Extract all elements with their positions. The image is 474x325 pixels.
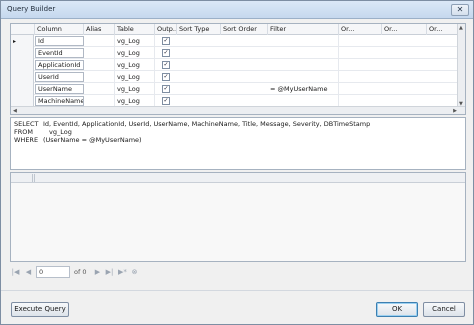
header-sort-type[interactable]: Sort Type <box>177 24 221 35</box>
check-icon: ✓ <box>163 97 169 104</box>
grid-horizontal-scrollbar[interactable]: ◀ ▶ <box>11 106 465 114</box>
filter-cell[interactable]: = @MyUserName <box>268 83 339 95</box>
output-checkbox[interactable]: ✓ <box>162 73 170 81</box>
row-header-corner <box>11 24 35 35</box>
criteria-grid: Column Alias Table Outp... Sort Type Sor… <box>10 23 466 115</box>
table-cell[interactable]: vg_Log <box>115 35 155 47</box>
query-builder-window: Query Builder ✕ Column Alias Table Outp.… <box>0 0 474 325</box>
sql-text: (UserName = @MyUserName) <box>43 136 142 144</box>
table-cell[interactable]: vg_Log <box>115 47 155 59</box>
column-cell[interactable]: ApplicationId <box>35 60 84 70</box>
header-output[interactable]: Outp... <box>155 24 177 35</box>
grid-header: Column Alias Table Outp... Sort Type Sor… <box>11 24 465 35</box>
alias-cell[interactable] <box>84 71 115 83</box>
close-icon: ✕ <box>456 5 464 14</box>
new-record-icon[interactable]: ▶* <box>117 267 128 277</box>
alias-cell[interactable] <box>84 83 115 95</box>
check-icon: ✓ <box>163 49 169 56</box>
sql-pane[interactable]: SELECT Id, EventId, ApplicationId, UserI… <box>10 117 466 170</box>
current-row-icon: ▸ <box>13 38 17 45</box>
grid-row[interactable]: ▸ Id vg_Log ✓ <box>11 35 465 47</box>
column-cell[interactable]: UserName <box>35 84 84 94</box>
check-icon: ✓ <box>163 85 169 92</box>
scroll-left-icon[interactable]: ◀ <box>13 108 17 114</box>
alias-cell[interactable] <box>84 35 115 47</box>
sql-line: SELECT Id, EventId, ApplicationId, UserI… <box>14 120 462 128</box>
table-cell[interactable]: vg_Log <box>115 83 155 95</box>
header-or-1[interactable]: Or... <box>339 24 382 35</box>
sql-text: Id, EventId, ApplicationId, UserId, User… <box>43 120 371 128</box>
row-header[interactable] <box>11 83 34 95</box>
filter-cell[interactable] <box>268 35 339 47</box>
filter-cell[interactable] <box>268 71 339 83</box>
header-table[interactable]: Table <box>115 24 155 35</box>
row-header[interactable]: ▸ <box>11 35 34 47</box>
close-button[interactable]: ✕ <box>451 4 469 16</box>
column-cell[interactable]: MachineName <box>35 96 84 106</box>
page-count-label: of 0 <box>74 268 87 276</box>
column-cell[interactable]: UserId <box>35 72 84 82</box>
results-column-header[interactable] <box>34 174 454 182</box>
column-cell[interactable]: Id <box>35 36 84 46</box>
scroll-up-icon[interactable]: ▲ <box>459 25 463 31</box>
filter-cell[interactable] <box>268 47 339 59</box>
sql-line: WHERE (UserName = @MyUserName) <box>14 136 462 144</box>
filter-cell[interactable] <box>268 59 339 71</box>
sql-keyword: FROM <box>14 128 33 136</box>
title-bar: Query Builder ✕ <box>1 1 473 19</box>
sql-text: vg_Log <box>49 128 72 136</box>
sql-line: FROM vg_Log <box>14 128 462 136</box>
output-checkbox[interactable]: ✓ <box>162 85 170 93</box>
page-number-input[interactable]: 0 <box>36 266 70 278</box>
results-row-header <box>13 174 33 182</box>
header-filter[interactable]: Filter <box>268 24 339 35</box>
table-cell[interactable]: vg_Log <box>115 71 155 83</box>
execute-query-button[interactable]: Execute Query <box>11 302 69 317</box>
column-cell[interactable]: EventId <box>35 48 84 58</box>
delete-record-icon[interactable]: ⊗ <box>130 267 139 277</box>
header-column[interactable]: Column <box>35 24 84 35</box>
results-header <box>11 173 465 183</box>
grid-row[interactable]: ApplicationId vg_Log ✓ <box>11 59 465 71</box>
check-icon: ✓ <box>163 61 169 68</box>
scroll-right-icon[interactable]: ▶ <box>453 108 457 114</box>
sql-keyword: SELECT <box>14 120 39 128</box>
last-record-icon[interactable]: ▶| <box>105 267 114 277</box>
row-header[interactable] <box>11 47 34 59</box>
grid-row[interactable]: UserName vg_Log ✓ = @MyUserName <box>11 83 465 95</box>
table-cell[interactable]: vg_Log <box>115 59 155 71</box>
next-record-icon[interactable]: ▶ <box>93 267 102 277</box>
footer-divider <box>1 290 473 291</box>
grid-row[interactable]: EventId vg_Log ✓ <box>11 47 465 59</box>
header-alias[interactable]: Alias <box>84 24 115 35</box>
record-navigator: |◀ ◀ 0 of 0 ▶ ▶| ▶* ⊗ <box>10 265 210 279</box>
row-header[interactable] <box>11 71 34 83</box>
first-record-icon[interactable]: |◀ <box>11 267 20 277</box>
header-or-3[interactable]: Or... <box>427 24 459 35</box>
output-checkbox[interactable]: ✓ <box>162 49 170 57</box>
previous-record-icon[interactable]: ◀ <box>24 267 33 277</box>
header-sort-order[interactable]: Sort Order <box>221 24 268 35</box>
output-checkbox[interactable]: ✓ <box>162 61 170 69</box>
grid-vertical-scrollbar[interactable]: ▲ ▼ <box>457 24 465 108</box>
window-title: Query Builder <box>7 5 56 13</box>
results-pane[interactable] <box>10 172 466 262</box>
cancel-button[interactable]: Cancel <box>423 302 465 317</box>
alias-cell[interactable] <box>84 59 115 71</box>
check-icon: ✓ <box>163 73 169 80</box>
alias-cell[interactable] <box>84 47 115 59</box>
output-checkbox[interactable]: ✓ <box>162 97 170 105</box>
ok-button[interactable]: OK <box>376 302 418 317</box>
check-icon: ✓ <box>163 37 169 44</box>
row-header[interactable] <box>11 59 34 71</box>
output-checkbox[interactable]: ✓ <box>162 37 170 45</box>
grid-row[interactable]: UserId vg_Log ✓ <box>11 71 465 83</box>
header-or-2[interactable]: Or... <box>382 24 427 35</box>
sql-keyword: WHERE <box>14 136 39 144</box>
